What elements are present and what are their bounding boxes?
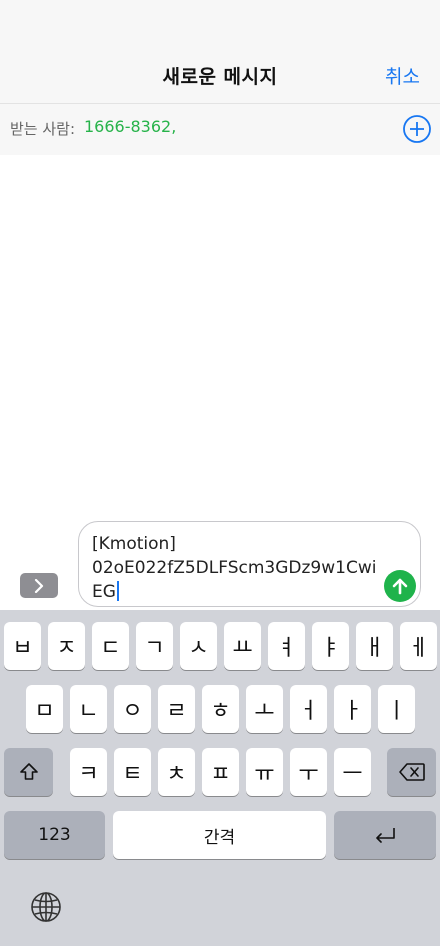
key-ㅏ[interactable]: ㅏ [334, 685, 371, 733]
key-ㅂ[interactable]: ㅂ [4, 622, 41, 670]
key-ㅌ[interactable]: ㅌ [114, 748, 151, 796]
globe-icon [31, 892, 61, 922]
key-ㅜ[interactable]: ㅜ [290, 748, 327, 796]
navigation-header: 새로운 메시지 취소 [0, 0, 440, 103]
key-ㅁ[interactable]: ㅁ [26, 685, 63, 733]
key-ㅑ[interactable]: ㅑ [312, 622, 349, 670]
key-ㅓ[interactable]: ㅓ [290, 685, 327, 733]
key-ㅊ[interactable]: ㅊ [158, 748, 195, 796]
plus-circle-icon [403, 115, 431, 143]
key-ㅇ[interactable]: ㅇ [114, 685, 151, 733]
key-ㅅ[interactable]: ㅅ [180, 622, 217, 670]
send-button[interactable] [384, 570, 416, 602]
key-ㅔ[interactable]: ㅔ [400, 622, 437, 670]
key-ㅡ[interactable]: ㅡ [334, 748, 371, 796]
recipient-row[interactable]: 받는 사람: 1666-8362, [0, 103, 440, 155]
key-ㅗ[interactable]: ㅗ [246, 685, 283, 733]
shift-icon [19, 763, 38, 780]
key-ㄹ[interactable]: ㄹ [158, 685, 195, 733]
space-key[interactable]: 간격 [113, 811, 326, 859]
shift-key[interactable] [4, 748, 53, 796]
globe-button[interactable] [30, 891, 62, 923]
message-text[interactable]: [Kmotion] 02oE022fZ5DLFScm3GDz9w1Cwi EG [92, 532, 382, 604]
key-ㅐ[interactable]: ㅐ [356, 622, 393, 670]
cancel-button[interactable]: 취소 [385, 62, 420, 89]
text-caret [116, 581, 119, 601]
key-ㅎ[interactable]: ㅎ [202, 685, 239, 733]
add-recipient-button[interactable] [402, 114, 432, 144]
backspace-key[interactable] [387, 748, 436, 796]
key-ㄴ[interactable]: ㄴ [70, 685, 107, 733]
backspace-icon [398, 763, 425, 781]
recipient-value[interactable]: 1666-8362, [84, 117, 176, 136]
key-ㅛ[interactable]: ㅛ [224, 622, 261, 670]
expand-apps-button[interactable] [20, 573, 58, 598]
return-icon [376, 828, 395, 843]
key-ㅍ[interactable]: ㅍ [202, 748, 239, 796]
recipient-label: 받는 사람: [10, 120, 76, 138]
message-text-content: [Kmotion] 02oE022fZ5DLFScm3GDz9w1Cwi EG [92, 534, 377, 602]
key-ㅠ[interactable]: ㅠ [246, 748, 283, 796]
key-ㅣ[interactable]: ㅣ [378, 685, 415, 733]
arrow-up-icon [392, 578, 408, 595]
chevron-right-icon [34, 578, 44, 593]
message-input[interactable]: [Kmotion] 02oE022fZ5DLFScm3GDz9w1Cwi EG [78, 521, 421, 607]
page-title: 새로운 메시지 [162, 66, 278, 88]
numbers-key[interactable]: 123 [4, 811, 105, 859]
key-ㄷ[interactable]: ㄷ [92, 622, 129, 670]
return-key[interactable] [334, 811, 436, 859]
key-ㅈ[interactable]: ㅈ [48, 622, 85, 670]
key-ㅕ[interactable]: ㅕ [268, 622, 305, 670]
key-ㅋ[interactable]: ㅋ [70, 748, 107, 796]
key-ㄱ[interactable]: ㄱ [136, 622, 173, 670]
